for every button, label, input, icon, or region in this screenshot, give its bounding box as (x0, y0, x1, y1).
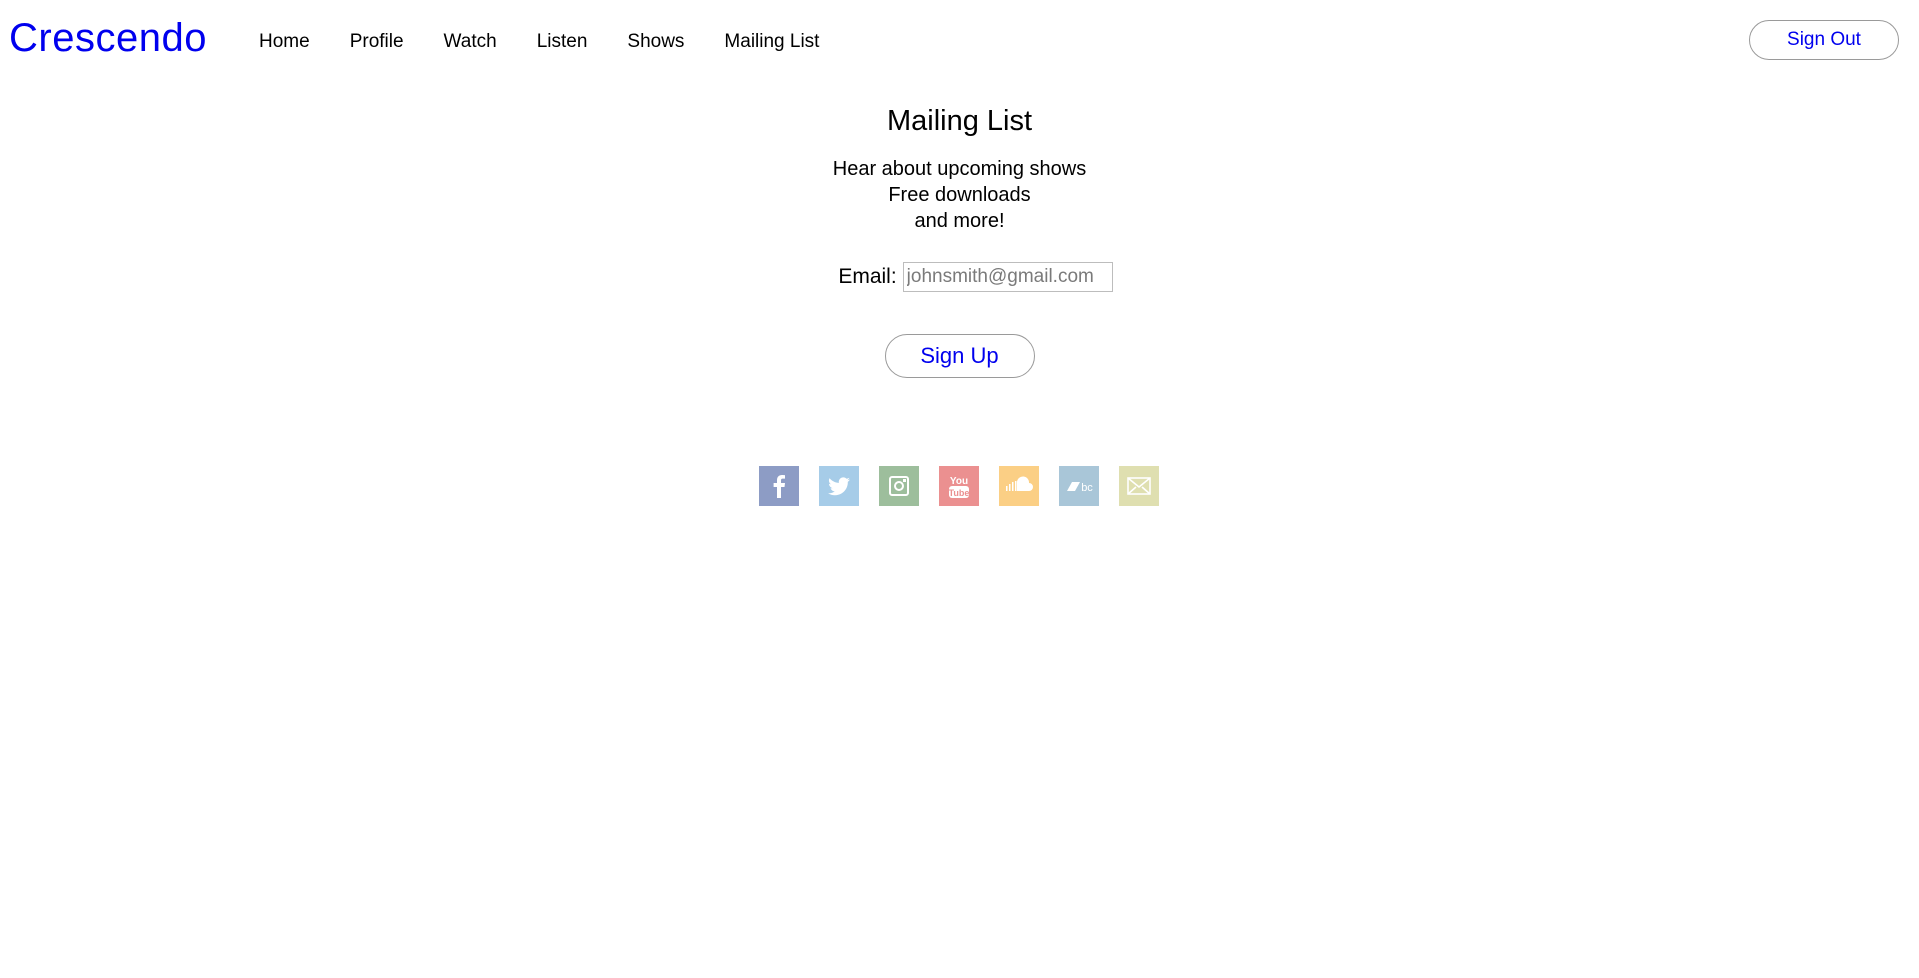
nav-watch[interactable]: Watch (444, 28, 497, 56)
page-title: Mailing List (886, 105, 1033, 137)
main-nav: Home Profile Watch Listen Shows Mailing … (259, 28, 859, 56)
brand-logo[interactable]: Crescendo (9, 14, 207, 62)
soundcloud-icon[interactable] (999, 466, 1039, 506)
promo-lines: Hear about upcoming shows Free downloads… (0, 156, 1919, 234)
mail-icon[interactable] (1119, 466, 1159, 506)
social-links: You Tube bc (759, 466, 1159, 506)
promo-line: Hear about upcoming shows (832, 158, 1087, 180)
promo-line: and more! (914, 210, 1005, 232)
facebook-icon[interactable] (759, 466, 799, 506)
mailing-list-section: Mailing List Hear about upcoming shows F… (0, 103, 1919, 378)
bandcamp-icon[interactable]: bc (1059, 466, 1099, 506)
email-label: Email: (838, 265, 897, 288)
nav-profile[interactable]: Profile (350, 28, 404, 56)
sign-up-button[interactable]: Sign Up (884, 334, 1035, 378)
sign-out-button[interactable]: Sign Out (1749, 20, 1899, 60)
email-field[interactable] (902, 262, 1113, 292)
nav-listen[interactable]: Listen (537, 28, 588, 56)
twitter-icon[interactable] (819, 466, 859, 506)
nav-home[interactable]: Home (259, 28, 310, 56)
youtube-icon[interactable]: You Tube (939, 466, 979, 506)
promo-line: Free downloads (888, 184, 1031, 206)
svg-text:Tube: Tube (949, 488, 970, 498)
svg-text:bc: bc (1081, 482, 1093, 494)
page: Crescendo Home Profile Watch Listen Show… (0, 0, 1919, 978)
nav-mailing-list[interactable]: Mailing List (724, 28, 819, 56)
instagram-icon[interactable] (879, 466, 919, 506)
email-row: Email: (32, 262, 1919, 292)
nav-shows[interactable]: Shows (627, 28, 684, 56)
svg-text:You: You (950, 476, 968, 487)
